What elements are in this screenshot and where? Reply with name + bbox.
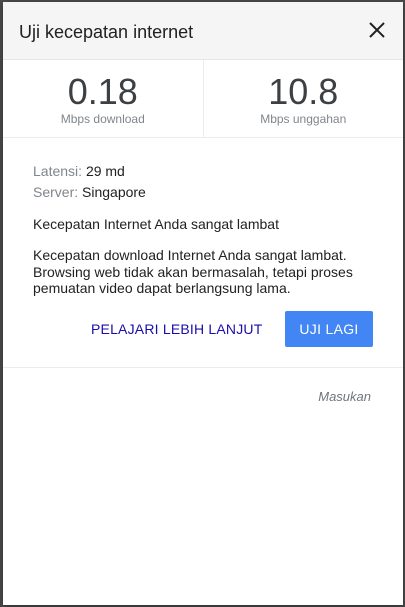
speed-summary: Kecepatan Internet Anda sangat lambat xyxy=(33,216,279,232)
upload-speed: 10.8 Mbps unggahan xyxy=(202,60,404,137)
divider xyxy=(3,366,403,368)
latency-row: Latensi: 29 md xyxy=(33,161,373,182)
latency-value: 29 md xyxy=(85,163,125,179)
download-value: 0.18 xyxy=(67,71,138,112)
feedback-link[interactable]: Masukan xyxy=(3,389,403,404)
latency-label: Latensi: xyxy=(33,163,83,179)
download-speed: 0.18 Mbps download xyxy=(3,60,203,137)
speed-description: Kecepatan download Internet Anda sangat … xyxy=(33,247,353,296)
upload-value: 10.8 xyxy=(268,71,339,112)
dialog-title: Uji kecepatan internet xyxy=(19,22,194,42)
download-unit: Mbps download xyxy=(60,112,145,126)
details-section: Latensi: 29 md Server: Singapore Kecepat… xyxy=(3,138,403,347)
speed-results: 0.18 Mbps download 10.8 Mbps unggahan xyxy=(3,60,403,138)
speed-test-dialog: Uji kecepatan internet 0.18 Mbps downloa… xyxy=(3,2,403,605)
retry-button[interactable]: UJI LAGI xyxy=(285,310,373,347)
close-button[interactable] xyxy=(365,18,389,42)
dialog-header: Uji kecepatan internet xyxy=(3,2,403,60)
learn-more-link[interactable]: PELAJARI LEBIH LANJUT xyxy=(91,321,262,337)
upload-unit: Mbps unggahan xyxy=(260,112,347,126)
close-icon xyxy=(369,22,385,38)
server-value: Singapore xyxy=(82,184,146,200)
server-row: Server: Singapore xyxy=(33,182,373,203)
server-label: Server: xyxy=(33,184,79,200)
actions-row: PELAJARI LEBIH LANJUT UJI LAGI xyxy=(33,310,373,347)
